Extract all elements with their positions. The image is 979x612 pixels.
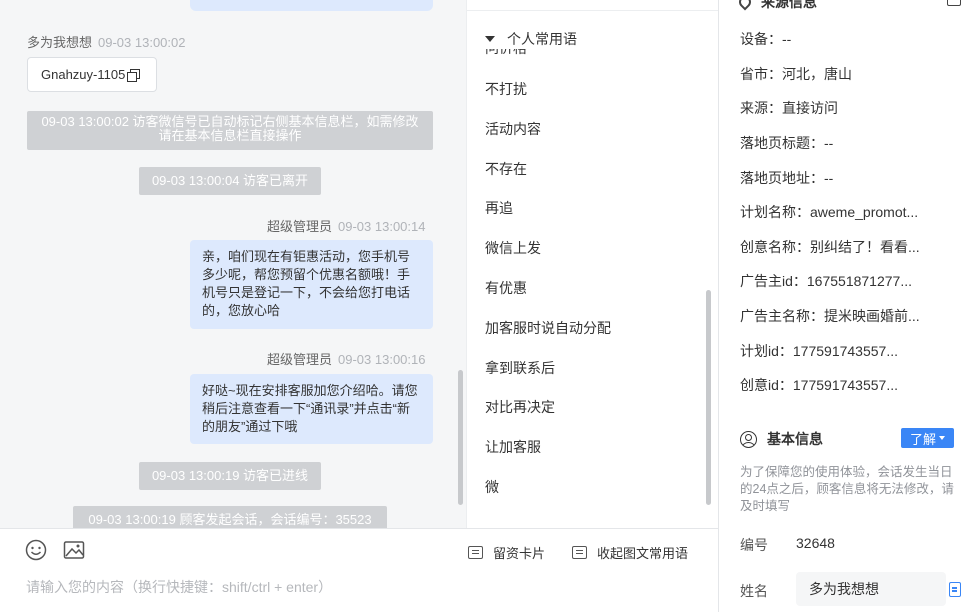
- lead-card-label: 留资卡片: [493, 546, 546, 561]
- phrase-item[interactable]: 对比再决定: [485, 397, 555, 417]
- source-row: 落地页标题：--: [740, 135, 834, 151]
- chat-scrollbar[interactable]: [458, 370, 463, 505]
- message-bubble: 好哒~现在安排客服加您介绍哈。请您稍后注意查看一下“通讯录”并点击“新的朋友”通…: [190, 374, 433, 444]
- source-info-title: 来源信息: [761, 0, 817, 10]
- message-time: 09-03 13:00:14: [338, 219, 426, 234]
- message-time: 09-03 13:00:02: [98, 35, 186, 50]
- info-panel: 来源信息 设备：-- 省市：河北，唐山 来源：直接访问 落地页标题：-- 落地页…: [718, 0, 979, 612]
- id-value: 32648: [796, 535, 835, 551]
- name-label: 姓名: [740, 583, 768, 599]
- wechat-id-text: Gnahzuy-1105: [41, 67, 126, 82]
- copy-icon[interactable]: [127, 68, 141, 82]
- message-icon: [572, 546, 587, 559]
- phrase-item[interactable]: 让加客服: [485, 437, 541, 457]
- input-area: 留资卡片 收起图文常用语: [0, 528, 718, 612]
- id-label: 编号: [740, 537, 768, 553]
- image-icon[interactable]: [63, 539, 85, 561]
- phrase-item[interactable]: 有优惠: [485, 278, 527, 298]
- previous-message-bubble: [190, 0, 433, 11]
- system-message-left: 09-03 13:00:04 访客已离开: [139, 167, 321, 195]
- source-row: 落地页地址：--: [740, 170, 834, 186]
- lead-card-button[interactable]: 留资卡片: [468, 543, 545, 562]
- phrase-item[interactable]: 不存在: [485, 159, 527, 179]
- phrases-scrollbar[interactable]: [706, 290, 711, 505]
- source-row: 计划id：177591743557...: [740, 343, 898, 359]
- learn-more-label: 了解: [909, 431, 936, 447]
- location-pin-icon: [736, 0, 754, 11]
- system-message-session: 09-03 13:00:19 顾客发起会话，会话编号：35523: [73, 506, 387, 528]
- message-bubble: 亲，咱们现在有钜惠活动，您手机号多少呢，帮您预留个优惠名额哦！手机号只是登记一下…: [190, 240, 433, 329]
- source-row: 省市：河北，唐山: [740, 66, 852, 82]
- sender-name: 超级管理员: [267, 352, 333, 367]
- phrase-item[interactable]: 加客服时说自动分配: [485, 318, 611, 338]
- system-message-auto-tag: 09-03 13:00:02 访客微信号已自动标记右侧基本信息栏，如需修改请在基…: [27, 111, 433, 150]
- name-field[interactable]: 多为我想想: [796, 572, 946, 606]
- source-row: 设备：--: [740, 31, 792, 47]
- caret-down-icon: [939, 436, 945, 440]
- phrase-group-header[interactable]: 个人常用语: [485, 29, 577, 49]
- message-sender-line: 超级管理员 09-03 13:00:14: [267, 216, 425, 235]
- message-sender-line: 多为我想想 09-03 13:00:02: [27, 32, 185, 51]
- message-time: 09-03 13:00:16: [338, 352, 426, 367]
- learn-more-button[interactable]: 了解: [901, 428, 954, 448]
- phrase-item[interactable]: 微: [485, 477, 499, 497]
- source-row: 计划名称：aweme_promot...: [740, 204, 919, 220]
- user-icon: [740, 430, 757, 448]
- smile-icon[interactable]: [25, 539, 47, 561]
- phrase-item[interactable]: 活动内容: [485, 119, 541, 139]
- phrase-item[interactable]: 不打扰: [485, 79, 527, 99]
- wechat-id-card[interactable]: Gnahzuy-1105: [27, 57, 157, 92]
- collapse-phrases-button[interactable]: 收起图文常用语: [572, 543, 688, 562]
- collapse-phrases-label: 收起图文常用语: [597, 546, 689, 561]
- phrase-item[interactable]: 微信上发: [485, 238, 541, 258]
- document-icon[interactable]: [949, 582, 961, 597]
- basic-info-title: 基本信息: [767, 431, 823, 447]
- message-sender-line: 超级管理员 09-03 13:00:16: [267, 349, 425, 368]
- chat-panel: 多为我想想 09-03 13:00:02 Gnahzuy-1105 09-03 1…: [0, 0, 466, 528]
- source-row: 创意id：177591743557...: [740, 377, 898, 393]
- phrase-item[interactable]: 拿到联系后: [485, 358, 555, 378]
- phrases-panel: 问价格 个人常用语 不打扰 活动内容 不存在 再追 微信上发 有优惠 加客服时说…: [466, 0, 718, 528]
- system-message-entered: 09-03 13:00:19 访客已进线: [139, 462, 321, 490]
- source-info-header: 来源信息: [736, 0, 817, 12]
- message-icon: [468, 546, 483, 559]
- source-row: 来源：直接访问: [740, 100, 838, 116]
- phrase-group-title: 个人常用语: [507, 31, 577, 47]
- name-value: 多为我想想: [809, 581, 879, 597]
- phrase-item[interactable]: 再追: [485, 198, 513, 218]
- sender-name: 超级管理员: [267, 219, 333, 234]
- divider: [467, 10, 718, 11]
- caret-down-icon: [485, 36, 495, 42]
- source-row: 广告主名称：提米映画婚前...: [740, 308, 920, 324]
- copy-icon[interactable]: [947, 0, 961, 6]
- basic-info-header: 基本信息: [740, 429, 823, 449]
- source-row: 广告主id：167551871277...: [740, 273, 912, 289]
- message-input[interactable]: [26, 579, 686, 595]
- source-row: 创意名称：别纠结了！看看...: [740, 239, 920, 255]
- sender-name: 多为我想想: [27, 35, 93, 50]
- basic-info-notice: 为了保障您的使用体验，会话发生当日的24点之后，顾客信息将无法修改，请及时填写: [740, 465, 954, 513]
